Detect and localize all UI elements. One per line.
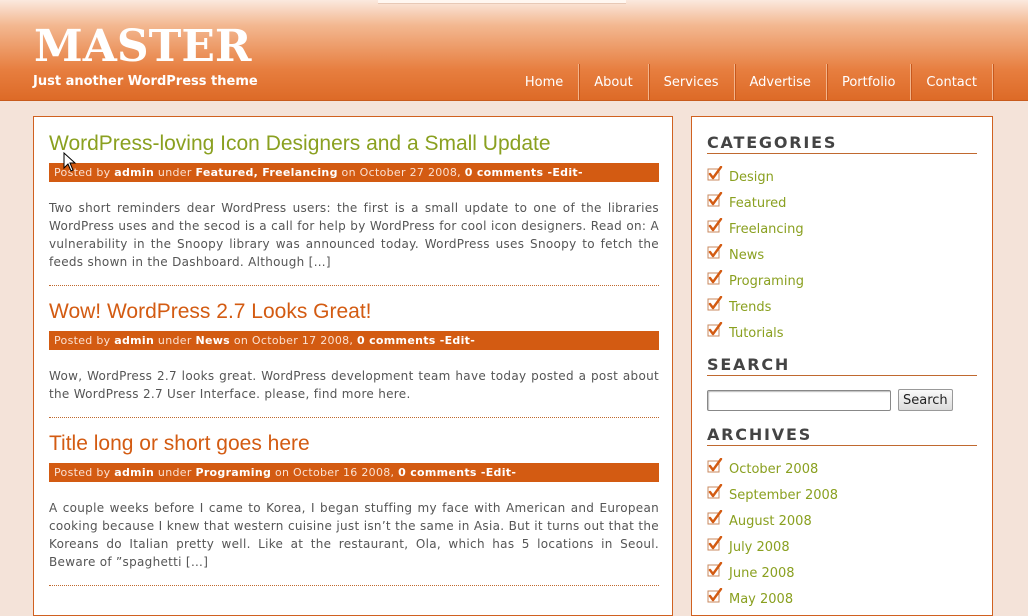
post-title-link[interactable]: WordPress-loving Icon Designers and a Sm… bbox=[49, 131, 659, 157]
category-item[interactable]: Trends bbox=[707, 294, 977, 320]
category-item[interactable]: Freelancing bbox=[707, 216, 977, 242]
post-excerpt: A couple weeks before I came to Korea, I… bbox=[49, 501, 659, 569]
archives-widget: ARCHIVES October 2008 September 2008 Aug… bbox=[707, 425, 977, 612]
meta-posted-by: Posted by bbox=[54, 334, 115, 347]
post-excerpt: Two short reminders dear WordPress users… bbox=[49, 201, 659, 269]
archive-link[interactable]: July 2008 bbox=[729, 540, 790, 555]
comments-link[interactable]: 0 comments bbox=[465, 166, 544, 179]
archive-link[interactable]: October 2008 bbox=[729, 462, 818, 477]
mouse-pointer-icon bbox=[63, 152, 77, 172]
archives-heading: ARCHIVES bbox=[707, 425, 977, 446]
edit-link[interactable]: -Edit- bbox=[477, 466, 516, 479]
search-input[interactable] bbox=[707, 389, 891, 411]
category-item[interactable]: Design bbox=[707, 164, 977, 190]
post-divider bbox=[49, 285, 659, 286]
checkbox-check-icon bbox=[707, 562, 723, 581]
meta-under: under bbox=[154, 466, 196, 479]
site-header: MASTER Just another WordPress theme Home… bbox=[0, 0, 1028, 101]
search-widget: SEARCH Search bbox=[707, 355, 977, 411]
category-link[interactable]: Featured bbox=[729, 196, 786, 211]
author-link[interactable]: admin bbox=[114, 466, 154, 479]
main-nav: Home About Services Advertise Portfolio … bbox=[510, 64, 993, 100]
archive-item[interactable]: July 2008 bbox=[707, 534, 977, 560]
category-item[interactable]: Tutorials bbox=[707, 320, 977, 346]
category-link[interactable]: Tutorials bbox=[729, 326, 784, 341]
comments-link[interactable]: 0 comments bbox=[398, 466, 477, 479]
meta-under: under bbox=[154, 166, 196, 179]
checkbox-check-icon bbox=[707, 270, 723, 289]
checkbox-check-icon bbox=[707, 484, 723, 503]
checkbox-check-icon bbox=[707, 536, 723, 555]
post-excerpt: Wow, WordPress 2.7 looks great. WordPres… bbox=[49, 369, 659, 401]
checkbox-check-icon bbox=[707, 166, 723, 185]
archive-link[interactable]: September 2008 bbox=[729, 488, 838, 503]
header-top-strip bbox=[378, 0, 626, 4]
search-button[interactable]: Search bbox=[898, 389, 953, 411]
post: Title long or short goes here Posted by … bbox=[49, 431, 659, 586]
post: WordPress-loving Icon Designers and a Sm… bbox=[49, 131, 659, 286]
checkbox-check-icon bbox=[707, 192, 723, 211]
post-divider bbox=[49, 585, 659, 586]
post-meta: Posted by admin under News on October 17… bbox=[49, 331, 659, 350]
site-title[interactable]: MASTER bbox=[34, 22, 251, 72]
categories-list: Design Featured Freelancing News Program… bbox=[707, 164, 977, 346]
post-title-link[interactable]: Title long or short goes here bbox=[49, 431, 659, 457]
archive-link[interactable]: June 2008 bbox=[729, 566, 795, 581]
nav-about[interactable]: About bbox=[579, 64, 649, 100]
checkbox-check-icon bbox=[707, 510, 723, 529]
checkbox-check-icon bbox=[707, 296, 723, 315]
category-links[interactable]: Featured, Freelancing bbox=[195, 166, 337, 179]
post-meta: Posted by admin under Programing on Octo… bbox=[49, 463, 659, 482]
post-meta: Posted by admin under Featured, Freelanc… bbox=[49, 163, 659, 182]
edit-link[interactable]: -Edit- bbox=[436, 334, 475, 347]
category-links[interactable]: Programing bbox=[195, 466, 271, 479]
archive-item[interactable]: October 2008 bbox=[707, 456, 977, 482]
post-date: on October 27 2008, bbox=[337, 166, 465, 179]
checkbox-check-icon bbox=[707, 458, 723, 477]
category-link[interactable]: Programing bbox=[729, 274, 804, 289]
post-divider bbox=[49, 417, 659, 418]
search-heading: SEARCH bbox=[707, 355, 977, 376]
comments-link[interactable]: 0 comments bbox=[357, 334, 436, 347]
meta-posted-by: Posted by bbox=[54, 466, 115, 479]
edit-link[interactable]: -Edit- bbox=[543, 166, 582, 179]
post-date: on October 17 2008, bbox=[230, 334, 358, 347]
author-link[interactable]: admin bbox=[114, 166, 154, 179]
meta-under: under bbox=[154, 334, 196, 347]
category-item[interactable]: Programing bbox=[707, 268, 977, 294]
categories-widget: CATEGORIES Design Featured Freelancing N… bbox=[707, 133, 977, 346]
archive-item[interactable]: August 2008 bbox=[707, 508, 977, 534]
nav-portfolio[interactable]: Portfolio bbox=[827, 64, 912, 100]
archive-item[interactable]: June 2008 bbox=[707, 560, 977, 586]
checkbox-check-icon bbox=[707, 244, 723, 263]
site-tagline: Just another WordPress theme bbox=[33, 74, 258, 89]
checkbox-check-icon bbox=[707, 218, 723, 237]
post: Wow! WordPress 2.7 Looks Great! Posted b… bbox=[49, 299, 659, 418]
search-form: Search bbox=[707, 389, 977, 411]
archive-item[interactable]: September 2008 bbox=[707, 482, 977, 508]
nav-advertise[interactable]: Advertise bbox=[735, 64, 827, 100]
category-link[interactable]: News bbox=[729, 248, 764, 263]
category-item[interactable]: News bbox=[707, 242, 977, 268]
checkbox-check-icon bbox=[707, 588, 723, 607]
archive-link[interactable]: May 2008 bbox=[729, 592, 793, 607]
category-link[interactable]: Freelancing bbox=[729, 222, 804, 237]
nav-home[interactable]: Home bbox=[510, 64, 580, 100]
archive-link[interactable]: August 2008 bbox=[729, 514, 812, 529]
archive-item[interactable]: May 2008 bbox=[707, 586, 977, 612]
post-date: on October 16 2008, bbox=[271, 466, 399, 479]
category-link[interactable]: Design bbox=[729, 170, 774, 185]
categories-heading: CATEGORIES bbox=[707, 133, 977, 154]
main-content: WordPress-loving Icon Designers and a Sm… bbox=[33, 116, 673, 616]
checkbox-check-icon bbox=[707, 322, 723, 341]
sidebar: CATEGORIES Design Featured Freelancing N… bbox=[691, 116, 993, 616]
post-title-link[interactable]: Wow! WordPress 2.7 Looks Great! bbox=[49, 299, 659, 325]
category-item[interactable]: Featured bbox=[707, 190, 977, 216]
nav-services[interactable]: Services bbox=[649, 64, 735, 100]
archives-list: October 2008 September 2008 August 2008 … bbox=[707, 456, 977, 612]
category-link[interactable]: Trends bbox=[729, 300, 771, 315]
author-link[interactable]: admin bbox=[114, 334, 154, 347]
nav-contact[interactable]: Contact bbox=[911, 64, 993, 100]
category-links[interactable]: News bbox=[195, 334, 230, 347]
